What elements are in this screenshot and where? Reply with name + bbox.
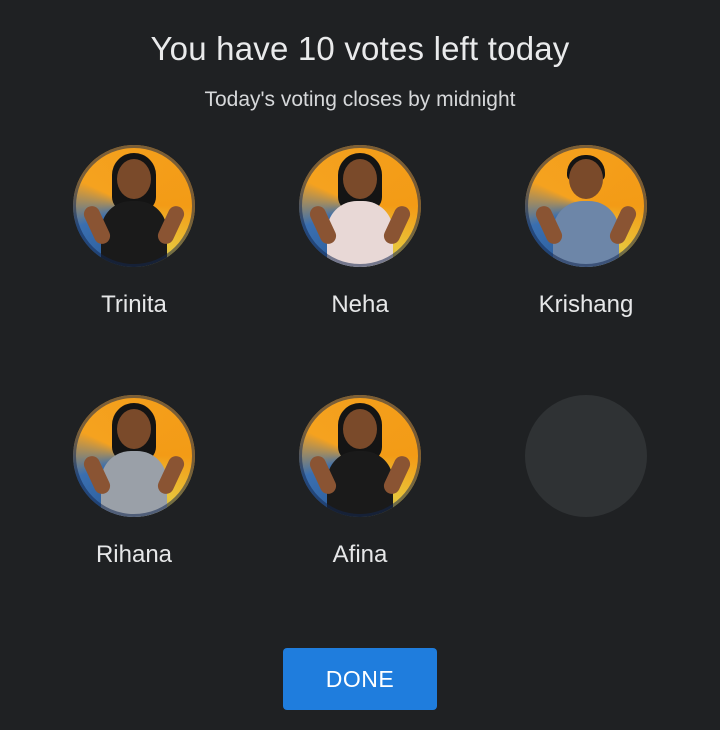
contestant-card-krishang[interactable]: Krishang — [486, 145, 686, 319]
contestant-avatar[interactable] — [299, 395, 421, 517]
done-button[interactable]: DONE — [283, 648, 437, 710]
contestant-name: Afina — [332, 541, 388, 568]
contestant-avatar[interactable] — [299, 145, 421, 267]
contestant-name: Krishang — [538, 291, 634, 318]
contestant-name: Rihana — [95, 541, 173, 568]
contestant-card-trinita[interactable]: Trinita — [34, 145, 234, 319]
voting-deadline-text: Today's voting closes by midnight — [204, 88, 516, 111]
contestant-card-rihana[interactable]: Rihana — [34, 395, 234, 569]
contestant-name: Neha — [331, 291, 389, 318]
contestant-avatar[interactable] — [525, 145, 647, 267]
contestant-avatar[interactable] — [73, 395, 195, 517]
voting-screen: You have 10 votes left today Today's vot… — [0, 0, 720, 730]
contestant-card-neha[interactable]: Neha — [260, 145, 460, 319]
page-title: You have 10 votes left today — [150, 30, 570, 67]
empty-contestant-slot — [486, 395, 686, 517]
contestant-card-afina[interactable]: Afina — [260, 395, 460, 569]
empty-avatar-placeholder — [525, 395, 647, 517]
contestant-name: Trinita — [101, 291, 167, 318]
contestant-avatar[interactable] — [73, 145, 195, 267]
